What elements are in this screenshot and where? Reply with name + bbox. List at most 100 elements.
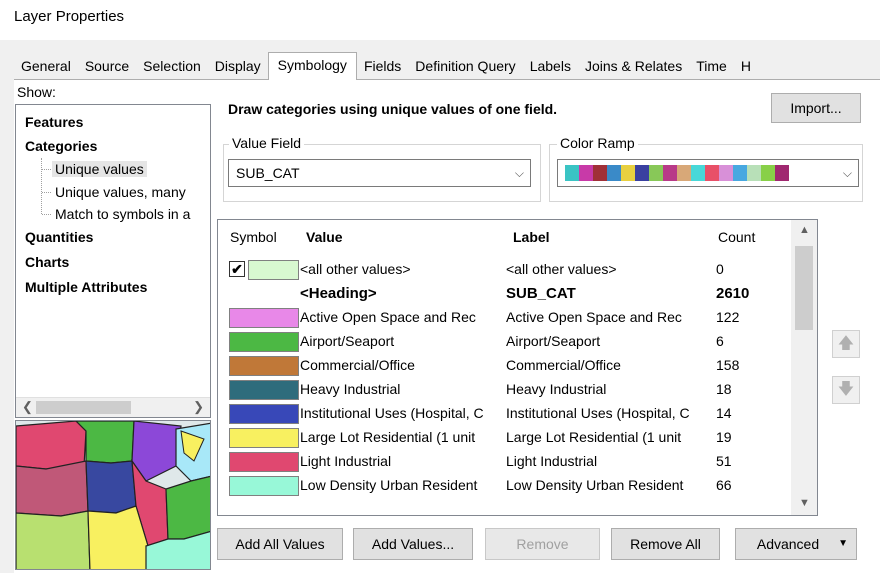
column-header-symbol[interactable]: Symbol	[230, 229, 277, 245]
value-row[interactable]: Active Open Space and Rec Active Open Spa…	[218, 306, 788, 330]
tab-joins-relates[interactable]: Joins & Relates	[578, 54, 689, 79]
color-ramp-swatch	[663, 165, 677, 181]
scrollbar-thumb[interactable]	[795, 246, 813, 330]
value-row[interactable]: Institutional Uses (Hospital, C Instituti…	[218, 402, 788, 426]
symbol-swatch[interactable]	[229, 356, 299, 376]
scroll-right-icon[interactable]: ❯	[193, 399, 204, 415]
symbol-swatch[interactable]	[229, 428, 299, 448]
symbol-swatch[interactable]	[229, 452, 299, 472]
color-ramp-swatches	[565, 165, 789, 181]
list-vertical-scrollbar[interactable]: ▲ ▼	[791, 220, 817, 515]
tab-general[interactable]: General	[14, 54, 78, 79]
tab-time[interactable]: Time	[689, 54, 734, 79]
color-ramp-caption: Color Ramp	[557, 135, 638, 151]
color-ramp-swatch	[677, 165, 691, 181]
count-cell: 14	[716, 405, 732, 421]
tab-labels[interactable]: Labels	[523, 54, 578, 79]
label-cell: Large Lot Residential (1 unit	[506, 429, 682, 445]
label-cell: Active Open Space and Rec	[506, 309, 682, 325]
tree-horizontal-scrollbar[interactable]: ❮ ❯	[16, 397, 210, 417]
move-up-button[interactable]: 🡅	[832, 330, 860, 358]
heading-row[interactable]: <Heading> SUB_CAT 2610	[218, 282, 788, 306]
import-button[interactable]: Import...	[771, 93, 861, 123]
tree-item-multiple-attributes[interactable]: Multiple Attributes	[25, 279, 147, 295]
label-cell: Light Industrial	[506, 453, 598, 469]
color-ramp-swatch	[775, 165, 789, 181]
count-cell: 19	[716, 429, 732, 445]
tab-strip: General Source Selection Display Symbolo…	[14, 52, 758, 80]
tree-item-unique-values[interactable]: Unique values	[52, 161, 147, 177]
window-title: Layer Properties	[14, 8, 125, 25]
color-ramp-swatch	[691, 165, 705, 181]
tab-display[interactable]: Display	[208, 54, 268, 79]
count-cell: 0	[716, 261, 724, 277]
tab-symbology[interactable]: Symbology	[267, 52, 357, 80]
tab-definition-query[interactable]: Definition Query	[408, 54, 522, 79]
color-ramp-swatch	[593, 165, 607, 181]
value-row[interactable]: ✔ <all other values> <all other values> 0	[218, 258, 788, 282]
color-ramp-swatch	[635, 165, 649, 181]
symbol-swatch[interactable]	[229, 332, 299, 352]
symbol-swatch[interactable]	[229, 476, 299, 496]
value-row[interactable]: Airport/Seaport Airport/Seaport 6	[218, 330, 788, 354]
value-row[interactable]: Light Industrial Light Industrial 51	[218, 450, 788, 474]
value-cell: Large Lot Residential (1 unit	[300, 429, 476, 445]
remove-all-button[interactable]: Remove All	[611, 528, 720, 560]
value-row[interactable]: Heavy Industrial Heavy Industrial 18	[218, 378, 788, 402]
value-cell: Commercial/Office	[300, 357, 415, 373]
count-cell: 66	[716, 477, 732, 493]
value-cell: <Heading>	[300, 285, 377, 302]
move-down-button[interactable]: 🡇	[832, 376, 860, 404]
tree-item-features[interactable]: Features	[25, 114, 83, 130]
tab-source[interactable]: Source	[78, 54, 136, 79]
value-cell: Institutional Uses (Hospital, C	[300, 405, 484, 421]
dropdown-arrow-icon[interactable]: ⌵	[515, 160, 524, 186]
tree-connector	[41, 158, 42, 214]
symbol-swatch[interactable]	[229, 308, 299, 328]
scroll-left-icon[interactable]: ❮	[22, 399, 33, 415]
count-cell: 2610	[716, 285, 750, 302]
column-header-value[interactable]: Value	[306, 229, 343, 245]
tab-html-popup[interactable]: H	[734, 54, 758, 79]
advanced-button[interactable]: Advanced ▼	[735, 528, 857, 560]
tree-item-match-symbols[interactable]: Match to symbols in a	[55, 206, 190, 222]
value-row[interactable]: Commercial/Office Commercial/Office 158	[218, 354, 788, 378]
value-cell: Airport/Seaport	[300, 333, 395, 349]
symbol-swatch[interactable]	[229, 404, 299, 424]
dropdown-arrow-icon[interactable]: ⌵	[843, 160, 852, 186]
color-ramp-select[interactable]: ⌵	[557, 159, 859, 187]
color-ramp-swatch	[761, 165, 775, 181]
remove-button[interactable]: Remove	[485, 528, 600, 560]
move-up-icon: 🡅	[837, 335, 855, 352]
scrollbar-thumb[interactable]	[36, 401, 131, 414]
count-cell: 18	[716, 381, 732, 397]
scroll-down-icon[interactable]: ▼	[799, 497, 810, 509]
value-field-select[interactable]: SUB_CAT ⌵	[228, 159, 531, 187]
count-cell: 6	[716, 333, 724, 349]
tree-item-categories[interactable]: Categories	[25, 138, 97, 154]
value-field-value: SUB_CAT	[236, 165, 300, 181]
label-cell: Institutional Uses (Hospital, C	[506, 405, 690, 421]
tab-fields[interactable]: Fields	[357, 54, 408, 79]
color-ramp-swatch	[607, 165, 621, 181]
add-values-button[interactable]: Add Values...	[353, 528, 473, 560]
symbol-swatch[interactable]	[248, 260, 299, 280]
value-row[interactable]: Low Density Urban Resident Low Density Ur…	[218, 474, 788, 498]
dropdown-arrow-icon: ▼	[838, 538, 848, 549]
tab-selection[interactable]: Selection	[136, 54, 208, 79]
tree-item-charts[interactable]: Charts	[25, 254, 69, 270]
tree-item-unique-values-many[interactable]: Unique values, many	[55, 184, 186, 200]
checkbox-icon[interactable]: ✔	[229, 261, 245, 277]
scroll-up-icon[interactable]: ▲	[799, 224, 810, 236]
column-header-count[interactable]: Count	[718, 229, 755, 245]
tree-item-quantities[interactable]: Quantities	[25, 229, 93, 245]
column-header-label[interactable]: Label	[513, 229, 550, 245]
move-down-icon: 🡇	[837, 381, 855, 398]
value-row[interactable]: Large Lot Residential (1 unit Large Lot R…	[218, 426, 788, 450]
value-cell: Heavy Industrial	[300, 381, 401, 397]
color-ramp-swatch	[565, 165, 579, 181]
advanced-label: Advanced	[756, 536, 820, 552]
symbol-swatch[interactable]	[229, 380, 299, 400]
tree-connector	[42, 192, 51, 193]
add-all-values-button[interactable]: Add All Values	[217, 528, 343, 560]
